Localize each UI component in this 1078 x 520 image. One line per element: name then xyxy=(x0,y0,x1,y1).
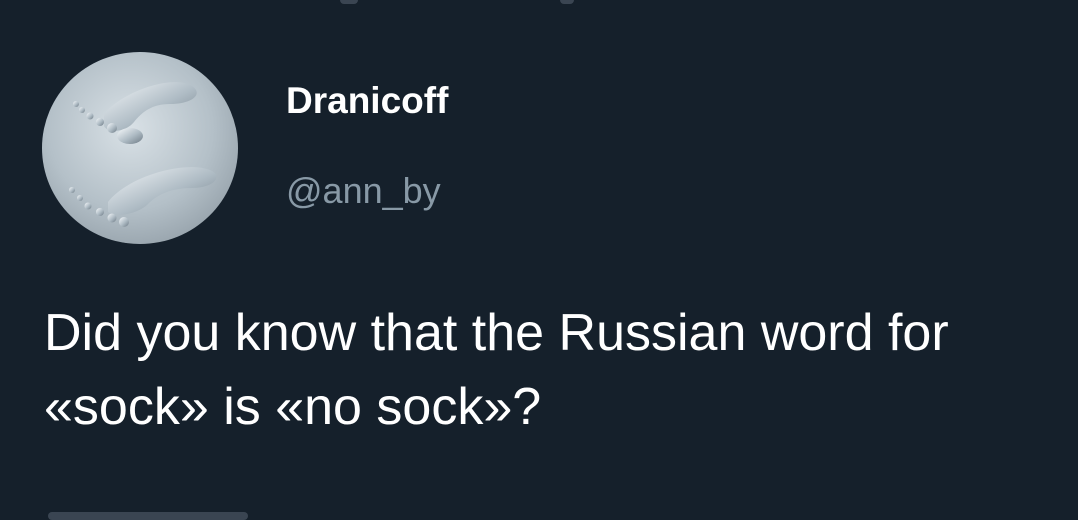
tweet-card: Dranicoff @ann_by Did you know that the … xyxy=(0,0,1078,520)
cropped-text-fragment xyxy=(560,0,574,4)
footprints-icon xyxy=(42,52,238,244)
author-display-name[interactable]: Dranicoff xyxy=(286,80,448,122)
cropped-text-fragment xyxy=(340,0,358,4)
author-handle[interactable]: @ann_by xyxy=(286,170,441,212)
avatar[interactable] xyxy=(42,52,238,244)
cropped-text-fragment xyxy=(48,512,248,520)
tweet-text: Did you know that the Russian word for «… xyxy=(44,304,949,436)
